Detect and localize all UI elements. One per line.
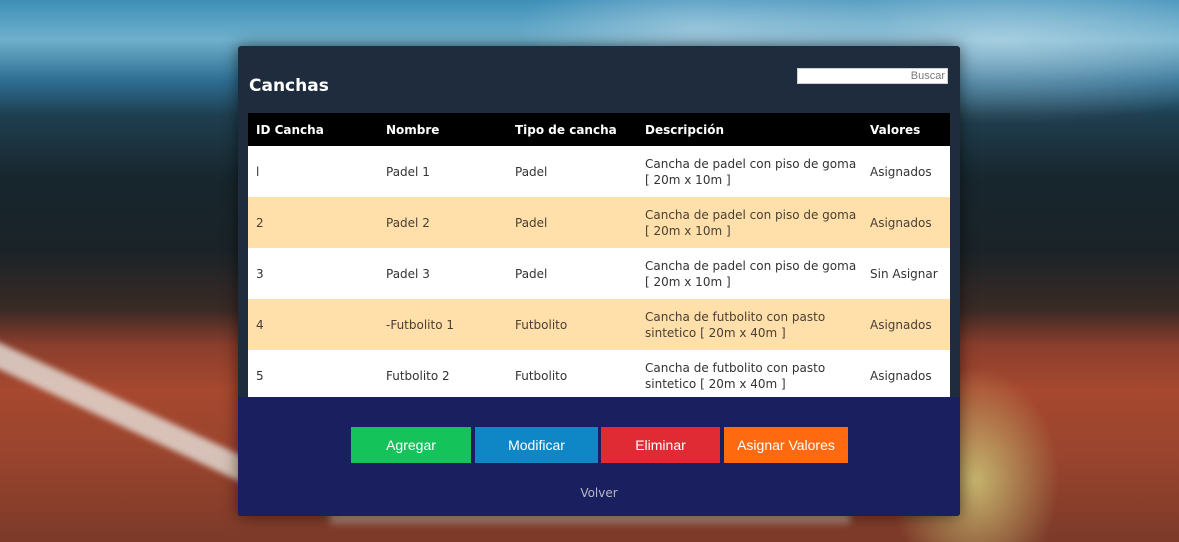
cell-descripcion: Cancha de futbolito con pasto sintetico … (645, 309, 826, 340)
cell-descripcion: Cancha de padel con piso de goma [ 20m x… (645, 156, 857, 187)
header-tipo-de-cancha[interactable]: Tipo de cancha (507, 113, 637, 146)
cell-id: 4 (256, 317, 264, 332)
cell-valores: Sin Asignar (870, 266, 938, 281)
table-header-row: ID Cancha Nombre Tipo de cancha Descripc… (248, 113, 950, 146)
table-row[interactable]: 3 Padel 3 Padel Cancha de padel con piso… (248, 248, 950, 299)
table-row[interactable]: 2 Padel 2 Padel Cancha de padel con piso… (248, 197, 950, 248)
cell-id: l (256, 164, 260, 179)
cell-valores: Asignados (870, 368, 932, 383)
cell-valores: Asignados (870, 215, 932, 230)
cell-descripcion: Cancha de futbolito con pasto sintetico … (645, 360, 826, 391)
cell-descripcion: Cancha de padel con piso de goma [ 20m x… (645, 207, 857, 238)
modificar-button[interactable]: Modificar (475, 427, 598, 463)
cell-id: 5 (256, 368, 264, 383)
cell-valores: Asignados (870, 317, 932, 332)
cell-nombre: Padel 3 (386, 266, 430, 281)
header-descripcion[interactable]: Descripción (637, 113, 862, 146)
cell-descripcion: Cancha de padel con piso de goma [ 20m x… (645, 258, 857, 289)
header-valores[interactable]: Valores (862, 113, 950, 146)
canchas-table: ID Cancha Nombre Tipo de cancha Descripc… (248, 113, 950, 401)
volver-link[interactable]: Volver (238, 486, 960, 500)
actions-footer: Agregar Modificar Eliminar Asignar Valor… (238, 397, 960, 516)
cell-valores: Asignados (870, 164, 932, 179)
table-row[interactable]: 4 -Futbolito 1 Futbolito Cancha de futbo… (248, 299, 950, 350)
canchas-panel: Canchas ID Cancha Nombre Tipo de cancha … (238, 46, 960, 516)
cell-nombre: Futbolito 2 (386, 368, 450, 383)
cell-tipo: Padel (515, 164, 548, 179)
table-row[interactable]: 5 Futbolito 2 Futbolito Cancha de futbol… (248, 350, 950, 401)
page-title: Canchas (249, 76, 329, 96)
asignar-valores-button[interactable]: Asignar Valores (724, 427, 848, 463)
cell-id: 2 (256, 215, 264, 230)
cell-nombre: Padel 2 (386, 215, 430, 230)
cell-id: 3 (256, 266, 264, 281)
table-row[interactable]: l Padel 1 Padel Cancha de padel con piso… (248, 146, 950, 197)
eliminar-button[interactable]: Eliminar (601, 427, 720, 463)
header-id-cancha[interactable]: ID Cancha (248, 113, 378, 146)
cell-nombre: -Futbolito 1 (386, 317, 455, 332)
panel-header: Canchas (238, 46, 960, 112)
cell-tipo: Futbolito (515, 368, 568, 383)
cell-tipo: Futbolito (515, 317, 568, 332)
cell-tipo: Padel (515, 266, 548, 281)
search-input[interactable] (797, 68, 948, 84)
agregar-button[interactable]: Agregar (351, 427, 471, 463)
header-nombre[interactable]: Nombre (378, 113, 507, 146)
cell-nombre: Padel 1 (386, 164, 430, 179)
cell-tipo: Padel (515, 215, 548, 230)
